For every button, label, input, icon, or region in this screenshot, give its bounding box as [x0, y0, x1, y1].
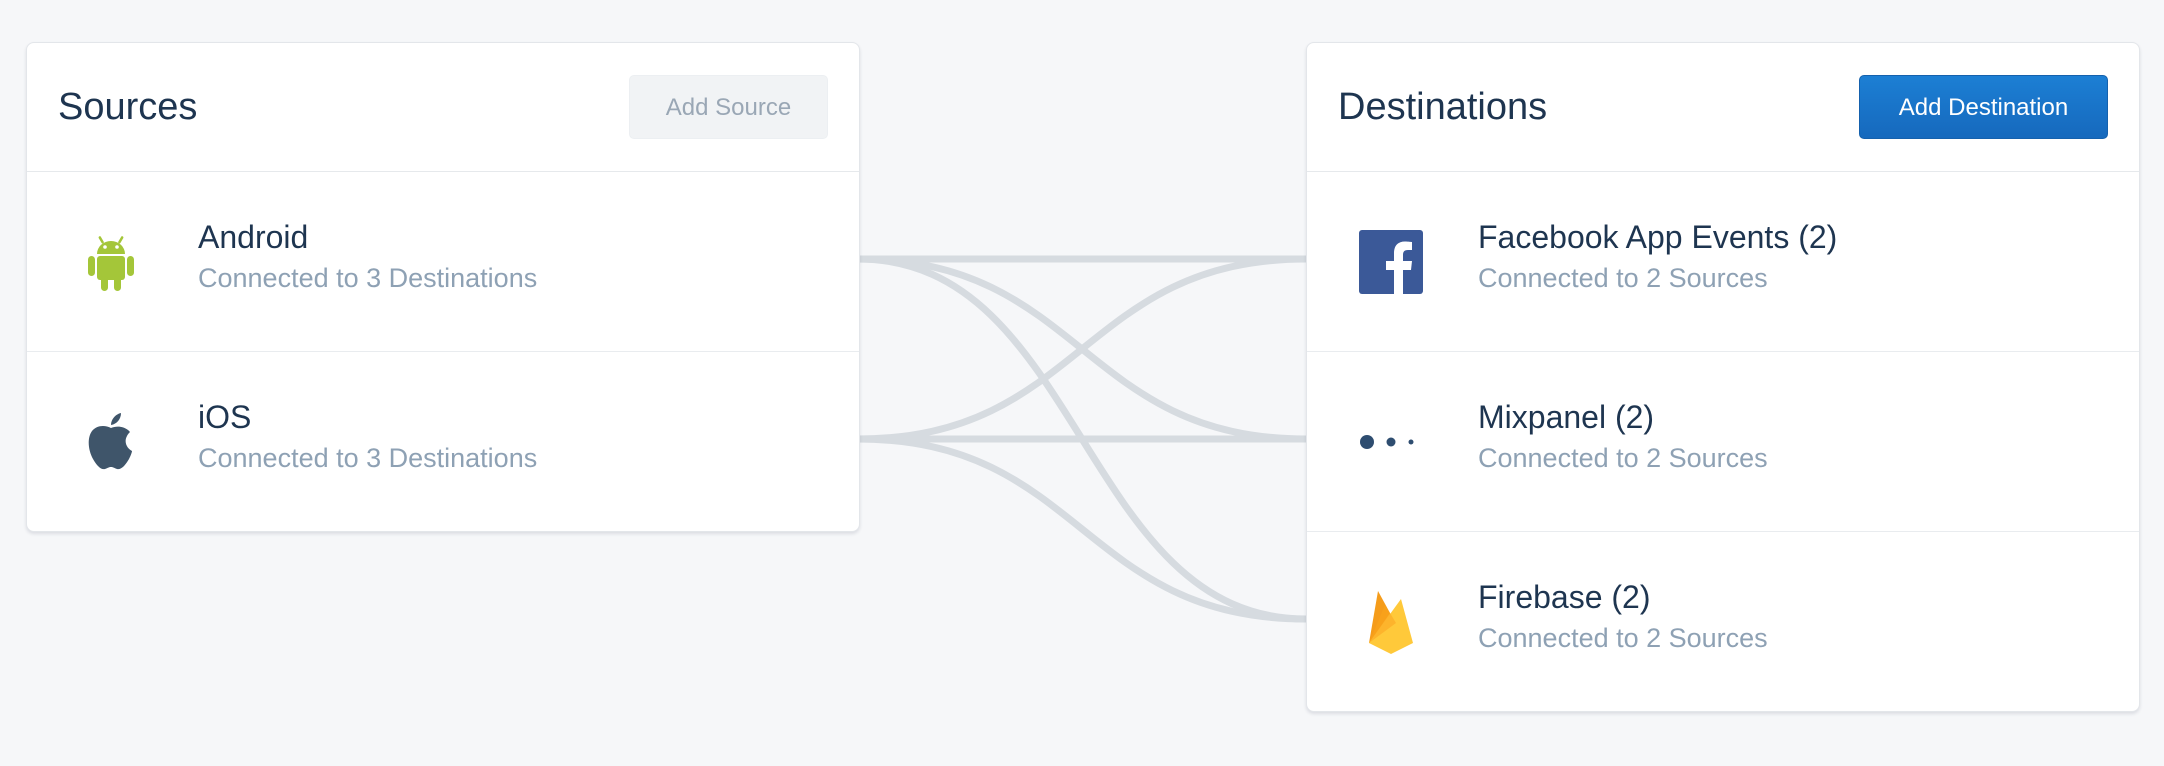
add-destination-button[interactable]: Add Destination [1859, 75, 2108, 139]
destination-row-facebook[interactable]: Facebook App Events (2) Connected to 2 S… [1307, 172, 2139, 352]
add-source-button[interactable]: Add Source [629, 75, 828, 139]
source-row-android[interactable]: Android Connected to 3 Destinations [27, 172, 859, 352]
destination-name: Facebook App Events (2) [1478, 219, 1838, 255]
facebook-icon [1359, 229, 1423, 294]
connection-ios-firebase [857, 435, 1307, 623]
destination-subtitle: Connected to 2 Sources [1478, 263, 1768, 293]
mixpanel-icon [1359, 410, 1423, 474]
destination-name: Mixpanel (2) [1478, 399, 1655, 435]
destination-row-mixpanel[interactable]: Mixpanel (2) Connected to 2 Sources [1307, 352, 2139, 532]
android-icon [79, 230, 143, 294]
source-row-ios[interactable]: iOS Connected to 3 Destinations [27, 352, 859, 531]
apple-icon [79, 410, 143, 474]
connections-overview: Sources Add Source Android Connected to … [0, 0, 2164, 766]
destination-text-facebook: Facebook App Events (2) Connected to 2 S… [1478, 217, 1837, 299]
destination-name: Firebase (2) [1478, 579, 1651, 615]
source-name: iOS [198, 399, 252, 435]
destinations-panel: Destinations Add Destination Facebook Ap… [1306, 42, 2140, 712]
destinations-header: Destinations Add Destination [1307, 43, 2139, 172]
sources-panel: Sources Add Source Android Connected to … [26, 42, 860, 532]
firebase-icon [1359, 590, 1423, 654]
destination-subtitle: Connected to 2 Sources [1478, 443, 1768, 473]
connection-ios-facebook [857, 255, 1307, 443]
source-name: Android [198, 219, 309, 255]
destination-row-firebase[interactable]: Firebase (2) Connected to 2 Sources [1307, 532, 2139, 711]
source-subtitle: Connected to 3 Destinations [198, 443, 538, 473]
destinations-title: Destinations [1338, 86, 1548, 128]
source-subtitle: Connected to 3 Destinations [198, 263, 538, 293]
sources-header: Sources Add Source [27, 43, 859, 172]
source-text-ios: iOS Connected to 3 Destinations [198, 397, 537, 479]
destination-subtitle: Connected to 2 Sources [1478, 623, 1768, 653]
destination-text-firebase: Firebase (2) Connected to 2 Sources [1478, 577, 1768, 659]
destination-text-mixpanel: Mixpanel (2) Connected to 2 Sources [1478, 397, 1768, 479]
sources-title: Sources [58, 86, 198, 128]
source-text-android: Android Connected to 3 Destinations [198, 217, 537, 299]
